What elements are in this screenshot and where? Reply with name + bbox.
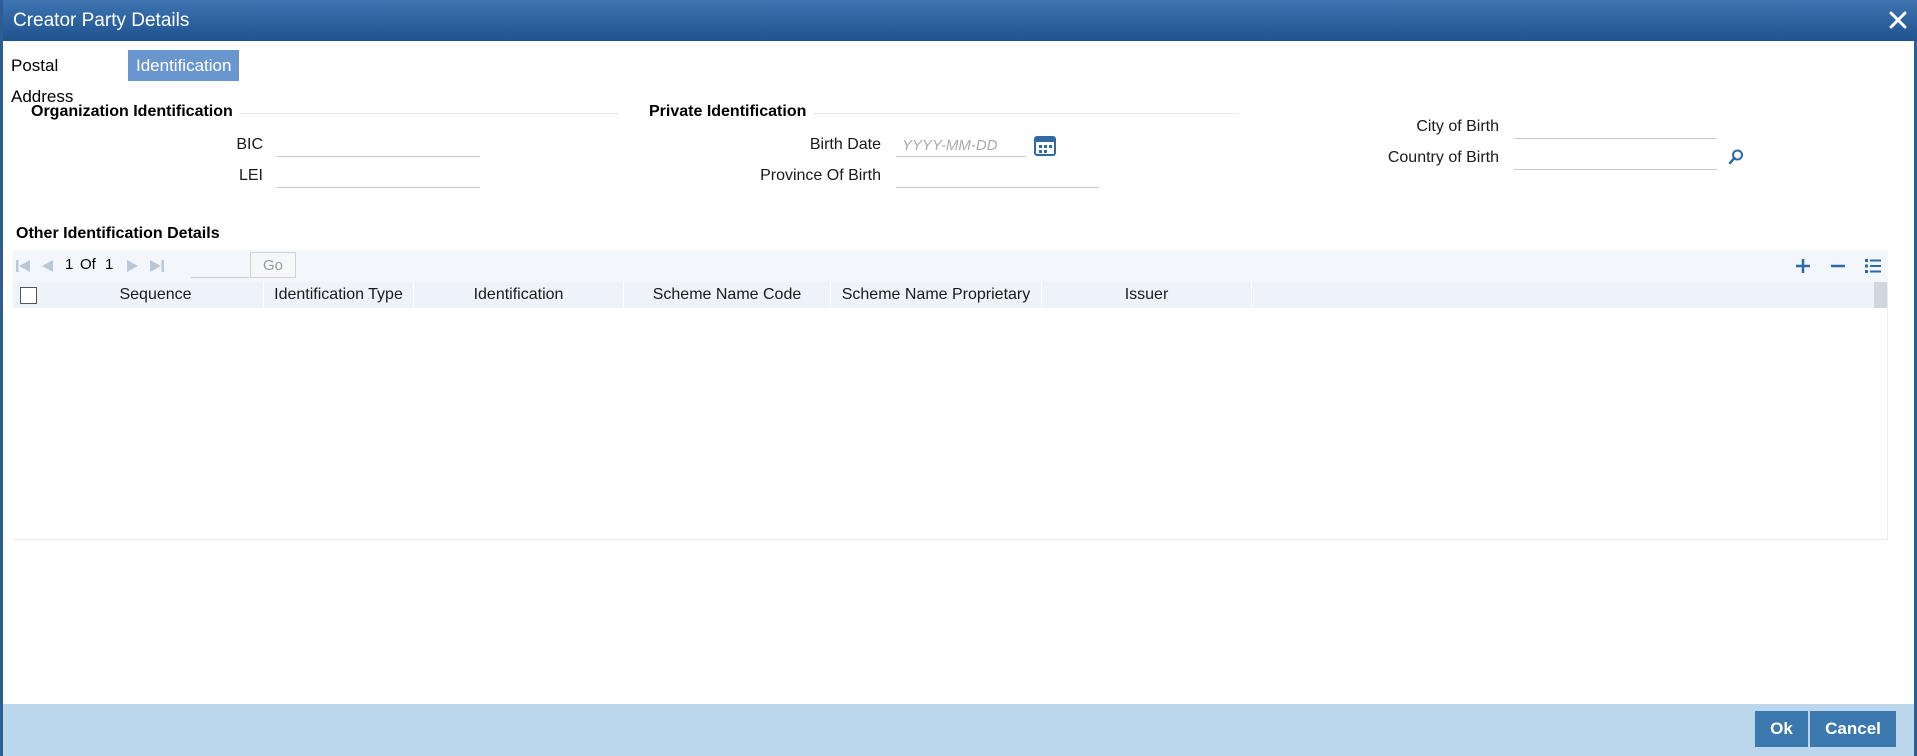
country-of-birth-label: Country of Birth <box>1387 149 1499 166</box>
column-issuer[interactable]: Issuer <box>1042 282 1252 308</box>
search-icon[interactable] <box>1727 148 1745 166</box>
first-page-icon[interactable] <box>15 258 31 274</box>
birth-date-input[interactable] <box>896 135 1026 157</box>
grid-scrollbar[interactable] <box>1874 282 1887 308</box>
lei-input[interactable] <box>276 166 480 188</box>
pager-current: 1 <box>65 256 74 273</box>
city-of-birth-label: City of Birth <box>1416 118 1499 135</box>
add-row-icon[interactable] <box>1794 257 1812 275</box>
last-page-icon[interactable] <box>149 258 165 274</box>
column-scheme-name-proprietary[interactable]: Scheme Name Proprietary <box>831 282 1042 308</box>
title-bar: Creator Party Details <box>3 0 1917 41</box>
column-identification[interactable]: Identification <box>414 282 624 308</box>
prev-page-icon[interactable] <box>39 258 55 274</box>
lei-label: LEI <box>238 167 263 184</box>
birth-date-label: Birth Date <box>809 136 881 153</box>
private-divider <box>813 113 1239 114</box>
tab-identification[interactable]: Identification <box>128 50 240 81</box>
province-of-birth-label: Province Of Birth <box>760 167 881 184</box>
column-scheme-name-code[interactable]: Scheme Name Code <box>624 282 831 308</box>
pager-of-label: Of <box>80 256 96 273</box>
city-of-birth-input[interactable] <box>1514 117 1717 139</box>
organization-divider <box>239 113 619 114</box>
calendar-icon[interactable] <box>1034 134 1056 156</box>
identification-grid: Sequence Identification Type Identificat… <box>13 282 1888 540</box>
bic-label: BIC <box>236 136 263 153</box>
select-all-checkbox[interactable] <box>20 287 37 304</box>
country-of-birth-input[interactable] <box>1514 148 1717 170</box>
remove-row-icon[interactable] <box>1829 257 1847 275</box>
cancel-button[interactable]: Cancel <box>1810 711 1896 747</box>
column-identification-type[interactable]: Identification Type <box>264 282 414 308</box>
page-number-input[interactable] <box>191 254 249 278</box>
private-identification-title: Private Identification <box>649 103 807 120</box>
province-of-birth-input[interactable] <box>896 166 1099 188</box>
tab-postal-address[interactable]: Postal Address <box>7 50 77 106</box>
ok-button[interactable]: Ok <box>1755 711 1808 747</box>
close-icon[interactable] <box>1886 8 1910 32</box>
row-details-icon[interactable] <box>1864 257 1882 275</box>
dialog-window: Creator Party Details Postal Address Ide… <box>0 0 1917 756</box>
dialog-title: Creator Party Details <box>13 10 190 31</box>
column-sequence[interactable]: Sequence <box>48 282 264 308</box>
grid-toolbar: 1 Of 1 Go <box>13 250 1888 282</box>
go-button[interactable]: Go <box>250 252 296 278</box>
pager-total: 1 <box>105 256 114 273</box>
grid-header: Sequence Identification Type Identificat… <box>13 282 1875 308</box>
organization-identification-title: Organization Identification <box>31 103 233 120</box>
next-page-icon[interactable] <box>125 258 141 274</box>
dialog-footer: Ok Cancel <box>3 704 1914 756</box>
bic-input[interactable] <box>276 135 480 157</box>
other-identification-title: Other Identification Details <box>16 225 220 242</box>
